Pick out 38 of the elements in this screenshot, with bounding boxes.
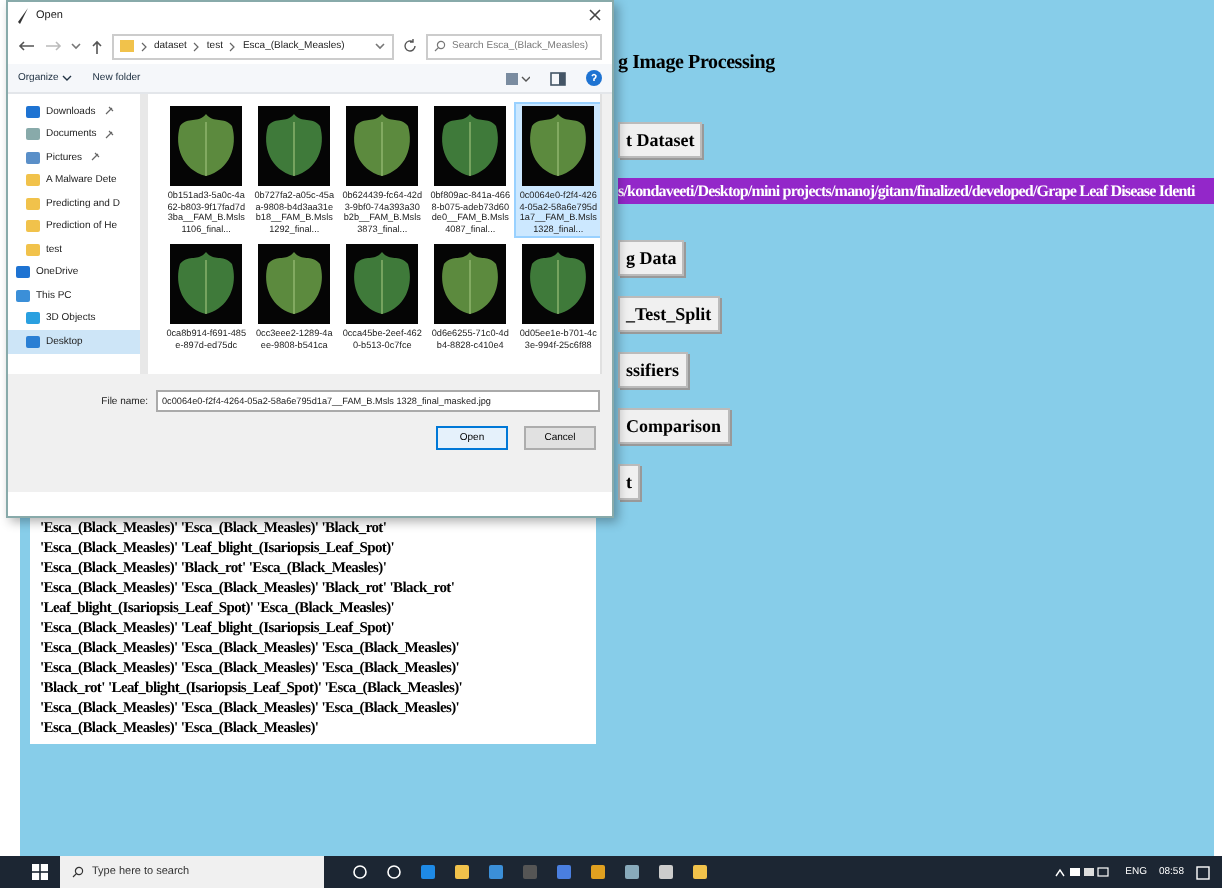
leaf-photo (522, 244, 595, 325)
leaf-photo (346, 244, 419, 325)
system-tray-icons[interactable] (1053, 866, 1114, 878)
dropdown-caret-icon[interactable] (374, 40, 386, 52)
app-title: g Image Processing (618, 52, 775, 74)
dropdown-caret-icon[interactable] (70, 40, 82, 52)
back-arrow-icon[interactable] (18, 40, 36, 52)
refresh-icon[interactable] (402, 38, 418, 54)
feather-icon (18, 7, 30, 23)
windows-start-icon[interactable] (32, 864, 48, 880)
leaf-photo (170, 106, 243, 186)
search-icon (434, 40, 446, 52)
action-button[interactable]: g Data (618, 240, 685, 276)
action-button[interactable]: Comparison (618, 408, 730, 444)
chevron-icon (228, 41, 237, 51)
leaf-photo (258, 106, 331, 186)
chevron-icon (140, 41, 148, 51)
action-button[interactable]: ssifiers (618, 352, 687, 388)
leaf-photo (434, 244, 507, 325)
leaf-photo (346, 106, 419, 186)
leaf-photo (170, 244, 243, 325)
close-icon[interactable] (588, 8, 602, 22)
up-arrow-icon[interactable] (90, 39, 104, 53)
notification-icon[interactable] (1196, 865, 1210, 879)
preview-pane-icon[interactable] (550, 71, 566, 85)
action-button[interactable]: _Test_Split (618, 296, 720, 332)
leaf-photo (434, 106, 507, 186)
leaf-photo (522, 106, 595, 186)
view-options-icon[interactable] (506, 71, 530, 85)
search-icon (72, 866, 84, 878)
action-button[interactable]: t Dataset (618, 122, 703, 158)
path-label: s/kondaveeti/Desktop/mini projects/manoj/gitam/finalized/developed/Grape Leaf Disease Identi (618, 178, 1214, 204)
action-button[interactable]: t (618, 464, 640, 500)
chevron-icon (192, 41, 201, 51)
caret-icon[interactable] (62, 74, 73, 82)
circle-icon[interactable] (352, 864, 368, 880)
help-icon[interactable] (586, 70, 602, 86)
leaf-photo (258, 244, 331, 325)
